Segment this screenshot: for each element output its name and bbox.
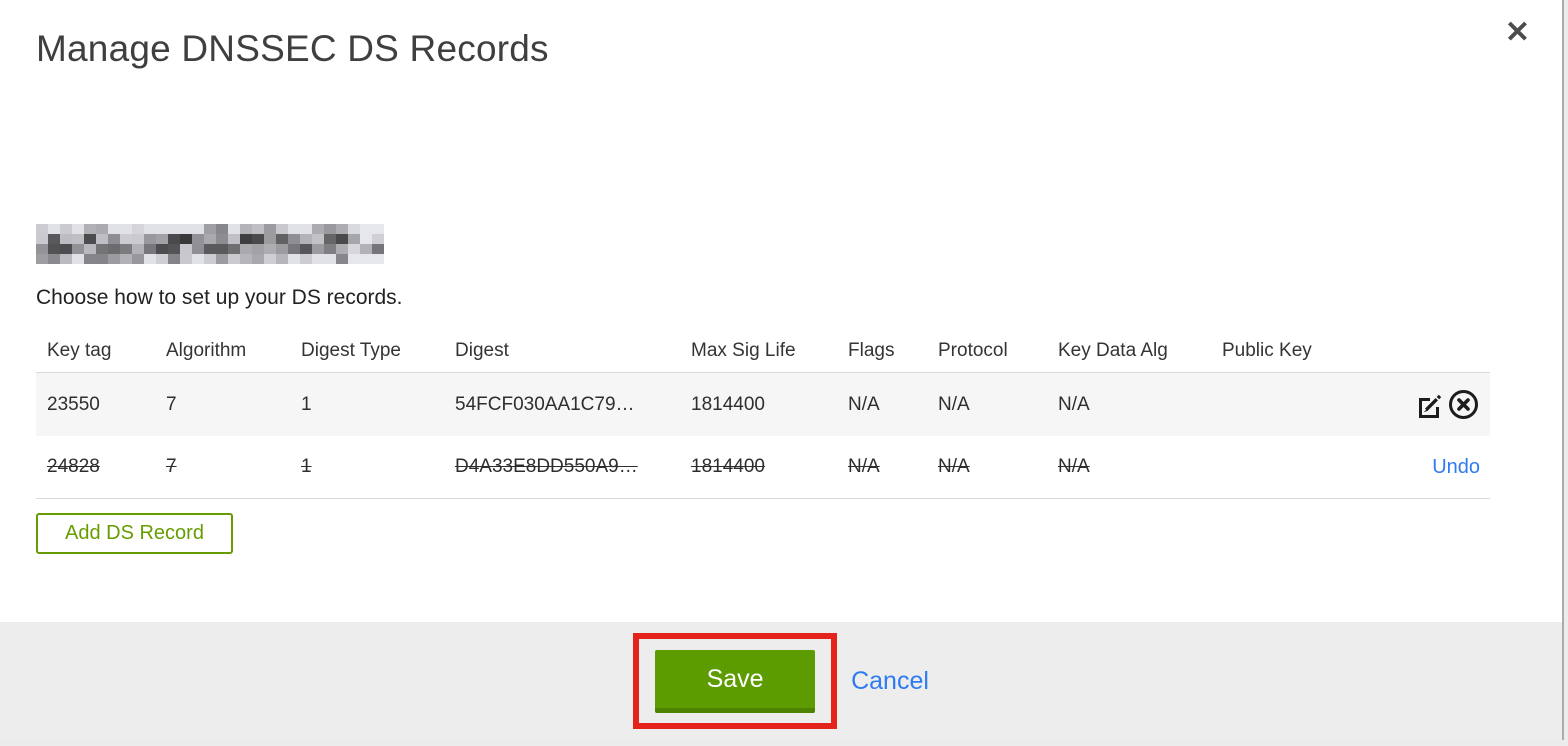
table-row-deleted: 24828 7 1 D4A33E8DD550A9… 1814400 N/A N/…: [36, 436, 1490, 499]
cell-digest: 54FCF030AA1C79…: [455, 393, 635, 415]
col-header-digest: Digest: [455, 340, 509, 361]
cell-key-tag: 24828: [47, 456, 100, 477]
col-header-digest-type: Digest Type: [301, 340, 401, 361]
page-title: Manage DNSSEC DS Records: [36, 28, 549, 69]
cell-flags: N/A: [848, 456, 880, 477]
cell-key-tag: 23550: [47, 393, 100, 415]
cell-digest-type: 1: [301, 456, 312, 477]
table-header-row: Key tag Algorithm Digest Type Digest Max…: [36, 330, 1490, 373]
col-header-key-data-alg: Key Data Alg: [1058, 340, 1168, 361]
edit-record-icon[interactable]: [1414, 389, 1445, 420]
col-header-public-key: Public Key: [1222, 340, 1312, 361]
add-ds-record-button[interactable]: Add DS Record: [36, 513, 233, 554]
col-header-algorithm: Algorithm: [166, 340, 247, 361]
redacted-domain: [36, 224, 384, 264]
dialog-footer: Save Cancel: [0, 622, 1562, 740]
col-header-flags: Flags: [848, 340, 895, 361]
cell-protocol: N/A: [938, 393, 970, 415]
instruction-text: Choose how to set up your DS records.: [36, 286, 403, 309]
cell-flags: N/A: [848, 393, 880, 415]
row-actions: Undo: [1389, 456, 1490, 479]
col-header-key-tag: Key tag: [47, 340, 112, 361]
cell-max-sig-life: 1814400: [691, 393, 765, 415]
red-highlight-annotation: Save: [633, 633, 838, 729]
delete-record-icon[interactable]: [1447, 388, 1480, 421]
save-button[interactable]: Save: [655, 650, 816, 713]
cell-key-data-alg: N/A: [1058, 456, 1090, 477]
ds-records-table: Key tag Algorithm Digest Type Digest Max…: [36, 330, 1490, 499]
cell-max-sig-life: 1814400: [691, 456, 765, 477]
cell-digest: D4A33E8DD550A9…: [455, 456, 638, 477]
cell-algorithm: 7: [166, 456, 177, 477]
cell-protocol: N/A: [938, 456, 970, 477]
cell-algorithm: 7: [166, 393, 177, 415]
cancel-link[interactable]: Cancel: [851, 667, 929, 696]
manage-dnssec-dialog: Manage DNSSEC DS Records ✕ Choose how to…: [0, 0, 1564, 740]
undo-link[interactable]: Undo: [1432, 456, 1480, 479]
col-header-protocol: Protocol: [938, 340, 1008, 361]
table-row: 23550 7 1 54FCF030AA1C79… 1814400 N/A N/…: [36, 373, 1490, 436]
cell-key-data-alg: N/A: [1058, 393, 1090, 415]
close-icon[interactable]: ✕: [1505, 18, 1530, 48]
row-actions: [1389, 388, 1490, 421]
col-header-max-sig-life: Max Sig Life: [691, 340, 796, 361]
cell-digest-type: 1: [301, 393, 312, 415]
